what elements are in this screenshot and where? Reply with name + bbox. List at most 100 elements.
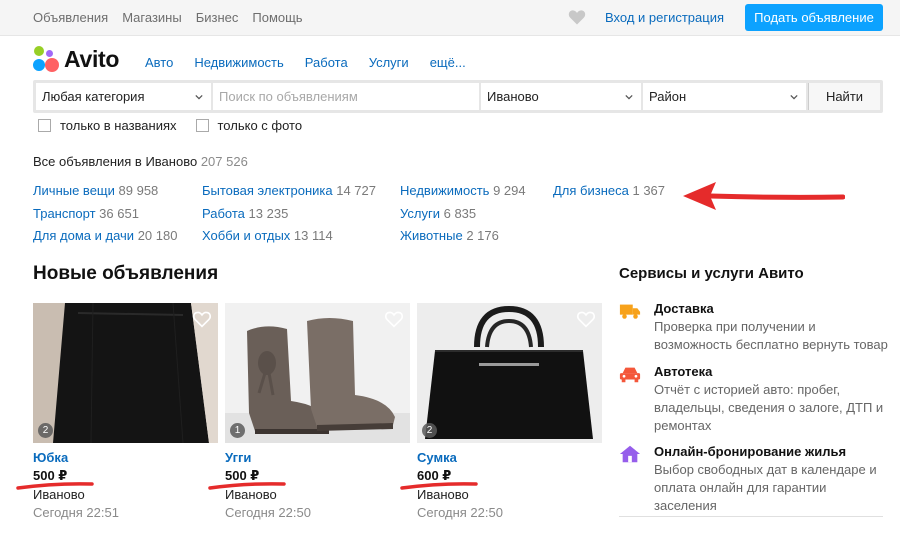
category-item[interactable]: Для бизнеса 1 367 bbox=[553, 180, 665, 203]
all-ads-count: 207 526 bbox=[200, 154, 248, 169]
top-nav: Объявления Магазины Бизнес Помощь bbox=[33, 10, 303, 25]
category-link[interactable]: Недвижимость bbox=[400, 183, 489, 198]
house-icon bbox=[619, 445, 641, 463]
main-nav-jobs[interactable]: Работа bbox=[305, 55, 348, 70]
category-count: 2 176 bbox=[466, 228, 499, 243]
category-item[interactable]: Недвижимость 9 294 bbox=[400, 180, 526, 203]
category-link[interactable]: Хобби и отдых bbox=[202, 228, 290, 243]
top-nav-shops[interactable]: Магазины bbox=[122, 10, 182, 25]
service-desc: Отчёт с историей авто: пробег, владельцы… bbox=[654, 382, 884, 433]
top-nav-help[interactable]: Помощь bbox=[252, 10, 302, 25]
favorites-heart-icon[interactable] bbox=[568, 8, 586, 26]
service-desc: Выбор свободных дат в календаре и оплата… bbox=[654, 462, 877, 513]
category-item[interactable]: Для дома и дачи 20 180 bbox=[33, 225, 177, 248]
annotation-arrow-icon bbox=[683, 182, 845, 210]
ad-time: Сегодня 22:50 bbox=[417, 505, 503, 520]
top-nav-ads[interactable]: Объявления bbox=[33, 10, 108, 25]
category-count: 36 651 bbox=[99, 205, 139, 221]
category-column-4: Для бизнеса 1 367 bbox=[553, 180, 665, 203]
category-item[interactable]: Услуги 6 835 bbox=[400, 203, 526, 226]
with-photo-checkbox[interactable]: только с фото bbox=[195, 118, 303, 133]
ad-photo-uggs[interactable]: 1 bbox=[225, 303, 410, 443]
favorite-heart-icon[interactable] bbox=[192, 310, 212, 328]
category-count: 6 835 bbox=[443, 205, 477, 221]
checkbox-box[interactable] bbox=[195, 119, 209, 132]
ad-card[interactable]: 2 Юбка 500 ₽ Иваново Сегодня 22:51 bbox=[16, 303, 218, 520]
new-ads-heading: Новые объявления bbox=[33, 263, 219, 284]
category-item[interactable]: Хобби и отдых 13 114 bbox=[202, 225, 376, 248]
ad-city: Иваново bbox=[417, 487, 469, 502]
main-nav-more[interactable]: ещё... bbox=[430, 55, 466, 70]
post-ad-button[interactable]: Подать объявление bbox=[745, 4, 883, 31]
chevron-down-icon bbox=[195, 94, 203, 100]
category-item[interactable]: Работа 13 235 bbox=[202, 203, 376, 226]
titles-only-checkbox[interactable]: только в названиях bbox=[38, 118, 177, 133]
city-select[interactable]: Иваново bbox=[481, 83, 641, 110]
category-item[interactable]: Животные 2 176 bbox=[400, 225, 526, 248]
category-link[interactable]: Работа bbox=[202, 206, 245, 221]
category-link[interactable]: Для бизнеса bbox=[553, 183, 629, 198]
category-count: 1 367 bbox=[632, 183, 666, 198]
ad-price: 600 ₽ bbox=[417, 468, 452, 483]
category-link[interactable]: Транспорт bbox=[33, 206, 96, 221]
search-input[interactable]: Поиск по объявлениям bbox=[213, 83, 479, 110]
district-select[interactable]: Район bbox=[643, 83, 806, 110]
top-nav-business[interactable]: Бизнес bbox=[196, 10, 239, 25]
car-icon bbox=[619, 367, 641, 383]
services-heading: Сервисы и услуги Авито bbox=[619, 265, 804, 282]
checkbox-box[interactable] bbox=[38, 119, 51, 132]
service-name[interactable]: Онлайн-бронирование жилья bbox=[654, 444, 846, 459]
category-count: 9 294 bbox=[493, 183, 526, 198]
favorite-heart-icon[interactable] bbox=[384, 310, 404, 328]
favorite-heart-icon[interactable] bbox=[576, 310, 596, 328]
service-name[interactable]: Доставка bbox=[654, 301, 714, 316]
district-select-value: Район bbox=[649, 89, 687, 104]
ad-photo-skirt[interactable]: 2 bbox=[33, 303, 218, 443]
ad-card[interactable]: 2 Сумка 600 ₽ Иваново Сегодня 22:50 bbox=[400, 303, 602, 520]
main-nav-auto[interactable]: Авто bbox=[145, 55, 173, 70]
ad-price: 500 ₽ bbox=[33, 468, 68, 483]
ad-title[interactable]: Сумка bbox=[417, 450, 457, 465]
category-select-value: Любая категория bbox=[42, 89, 145, 104]
category-count: 89 958 bbox=[118, 183, 159, 198]
logo-dots-icon bbox=[33, 45, 61, 73]
search-filters: только в названиях только с фото bbox=[38, 118, 321, 133]
category-column-2: Бытовая электроника 14 727 Работа 13 235… bbox=[202, 180, 376, 248]
category-item[interactable]: Личные вещи 89 958 bbox=[33, 180, 177, 203]
search-submit-button[interactable]: Найти bbox=[808, 83, 880, 110]
ad-city: Иваново bbox=[33, 487, 85, 502]
category-link[interactable]: Для дома и дачи bbox=[33, 228, 134, 243]
main-nav-realty[interactable]: Недвижимость bbox=[194, 55, 283, 70]
category-item[interactable]: Транспорт 36 651 bbox=[33, 203, 177, 226]
skirt-photo-icon bbox=[33, 303, 218, 443]
chevron-down-icon bbox=[790, 94, 798, 100]
category-count: 13 114 bbox=[293, 228, 333, 243]
ad-photo-bag[interactable]: 2 bbox=[417, 303, 602, 443]
category-link[interactable]: Животные bbox=[400, 228, 463, 243]
top-bar: Объявления Магазины Бизнес Помощь Вход и… bbox=[0, 0, 900, 36]
search-bar: Любая категория Поиск по объявлениям Ива… bbox=[33, 80, 883, 113]
service-desc: Проверка при получении и возможность бес… bbox=[654, 319, 888, 352]
photo-count-badge: 2 bbox=[38, 423, 53, 438]
category-select[interactable]: Любая категория bbox=[36, 83, 211, 110]
all-ads-label: Все объявления в Иваново bbox=[33, 154, 198, 169]
photo-count-badge: 2 bbox=[422, 423, 437, 438]
service-name[interactable]: Автотека bbox=[654, 364, 712, 379]
ad-card[interactable]: 1 Угги 500 ₽ Иваново Сегодня 22:50 bbox=[208, 303, 410, 520]
uggs-photo-icon bbox=[225, 303, 410, 443]
main-nav-services[interactable]: Услуги bbox=[369, 55, 409, 70]
category-item[interactable]: Бытовая электроника 14 727 bbox=[202, 180, 376, 203]
category-column-1: Личные вещи 89 958 Транспорт 36 651 Для … bbox=[33, 180, 177, 248]
category-count: 14 727 bbox=[336, 183, 376, 198]
photo-count-badge: 1 bbox=[230, 423, 245, 438]
category-link[interactable]: Бытовая электроника bbox=[202, 183, 333, 198]
ad-title[interactable]: Юбка bbox=[33, 450, 68, 465]
ad-title[interactable]: Угги bbox=[225, 450, 251, 465]
titles-only-label: только в названиях bbox=[60, 118, 177, 133]
category-count: 20 180 bbox=[137, 228, 178, 243]
category-link[interactable]: Личные вещи bbox=[33, 183, 115, 198]
login-register-link[interactable]: Вход и регистрация bbox=[605, 10, 724, 25]
with-photo-label: только с фото bbox=[217, 118, 303, 133]
category-link[interactable]: Услуги bbox=[400, 206, 440, 221]
avito-logo[interactable]: Avito bbox=[33, 44, 119, 74]
